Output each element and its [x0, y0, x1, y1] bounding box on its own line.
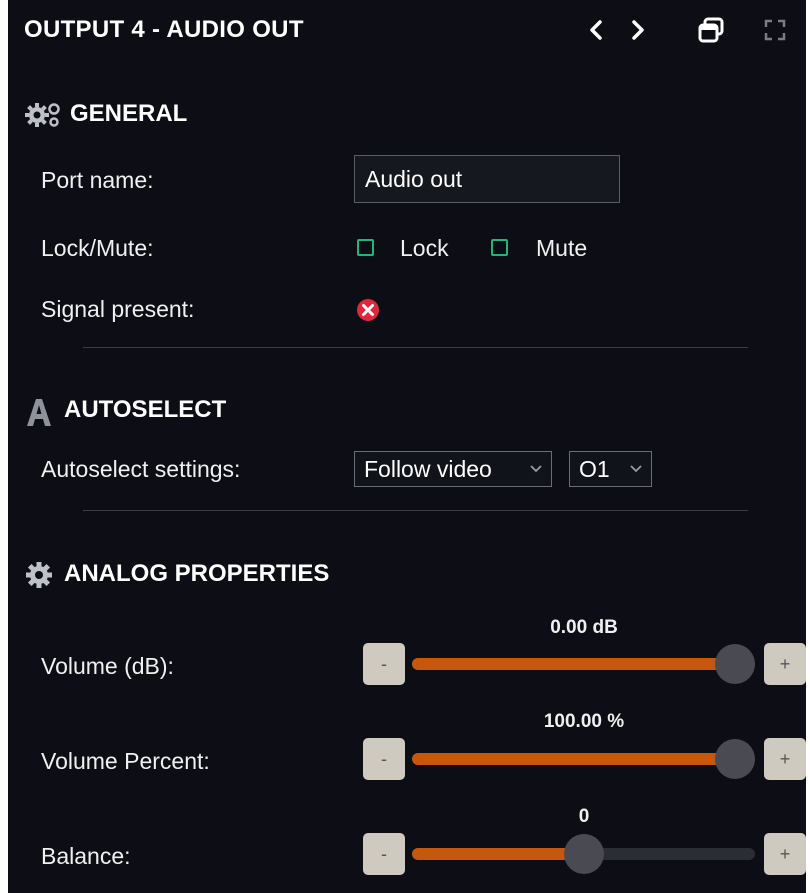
lock-mute-label: Lock/Mute: [41, 235, 154, 261]
volume-percent-slider-handle[interactable] [715, 739, 755, 779]
mute-checkbox[interactable] [491, 239, 508, 256]
panel-title: OUTPUT 4 - AUDIO OUT [24, 16, 304, 43]
port-name-label: Port name: [41, 167, 154, 193]
analog-section-header: ANALOG PROPERTIES [24, 558, 424, 592]
chevron-left-icon[interactable] [586, 19, 606, 41]
balance-slider[interactable] [412, 834, 755, 874]
section-divider [83, 347, 748, 348]
chevron-down-icon [630, 465, 642, 473]
port-name-input[interactable] [354, 155, 620, 203]
lock-checkbox-label[interactable]: Lock [400, 235, 449, 262]
chevron-right-icon[interactable] [628, 19, 648, 41]
volume-db-label: Volume (dB): [41, 653, 174, 679]
signal-present-label: Signal present: [41, 296, 195, 322]
chevron-down-icon [530, 465, 542, 473]
error-circle-icon [357, 299, 379, 321]
balance-label: Balance: [41, 843, 131, 869]
gears-icon [25, 103, 60, 127]
mute-checkbox-label[interactable]: Mute [536, 235, 587, 262]
balance-slider-handle[interactable] [563, 834, 604, 874]
balance-increase-button[interactable]: + [764, 833, 806, 875]
volume-percent-slider-fill [412, 753, 735, 765]
letter-a-icon [27, 399, 51, 426]
autoselect-settings-label: Autoselect settings: [41, 456, 241, 482]
volume-db-slider-fill [412, 658, 735, 670]
volume-percent-decrease-button[interactable]: - [363, 738, 405, 780]
balance-decrease-button[interactable]: - [363, 833, 405, 875]
volume-db-value: 0.00 dB [550, 617, 618, 638]
volume-db-slider[interactable] [412, 644, 755, 684]
volume-percent-slider[interactable] [412, 739, 755, 779]
title-bar: OUTPUT 4 - AUDIO OUT [8, 0, 806, 62]
volume-percent-label: Volume Percent: [41, 748, 210, 774]
autoselect-mode-value: Follow video [364, 456, 492, 482]
volume-db-increase-button[interactable]: + [764, 643, 806, 685]
general-section-header: GENERAL [24, 98, 324, 132]
balance-value: 0 [578, 806, 590, 827]
volume-db-decrease-button[interactable]: - [363, 643, 405, 685]
autoselect-mode-select[interactable]: Follow video [354, 451, 552, 487]
general-heading: GENERAL [70, 100, 188, 127]
volume-percent-value: 100.00 % [543, 711, 625, 732]
autoselect-section-header: AUTOSELECT [24, 394, 324, 428]
volume-percent-increase-button[interactable]: + [764, 738, 806, 780]
volume-db-slider-handle[interactable] [715, 644, 755, 684]
balance-slider-fill [412, 848, 584, 860]
autoselect-heading: AUTOSELECT [64, 396, 227, 423]
window-restore-icon[interactable] [697, 16, 725, 44]
analog-heading: ANALOG PROPERTIES [64, 560, 330, 587]
audio-output-panel: OUTPUT 4 - AUDIO OUT GENERAL Port name: … [8, 0, 806, 893]
section-divider [83, 510, 748, 511]
autoselect-output-select[interactable]: O1 [569, 451, 652, 487]
gear-icon [26, 562, 52, 588]
lock-checkbox[interactable] [357, 239, 374, 256]
autoselect-output-value: O1 [579, 456, 610, 482]
fullscreen-icon[interactable] [764, 19, 786, 41]
